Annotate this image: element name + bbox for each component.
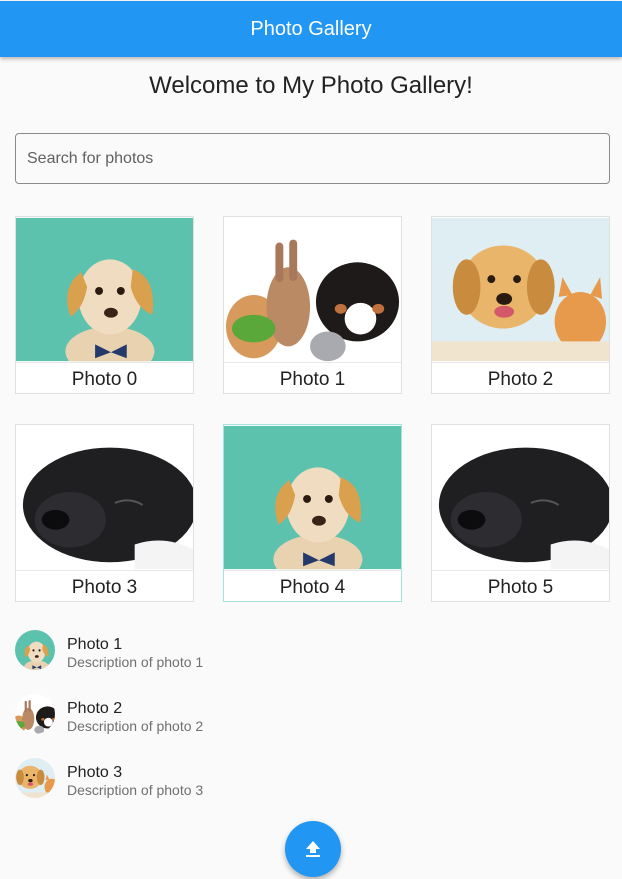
upload-button[interactable]: [285, 821, 341, 877]
photo-image: [224, 217, 401, 362]
photo-caption: Photo 3: [16, 570, 193, 601]
photo-card[interactable]: Photo 1: [223, 216, 402, 394]
photo-card[interactable]: Photo 5: [431, 424, 610, 602]
avatar: [15, 694, 55, 734]
app-title: Photo Gallery: [250, 17, 372, 40]
photo-image: [432, 217, 609, 362]
photo-card[interactable]: Photo 4: [223, 424, 402, 602]
photo-image: [224, 425, 401, 570]
list-item-subtitle: Description of photo 1: [67, 654, 204, 670]
app-bar: Photo Gallery: [0, 1, 622, 57]
photo-card[interactable]: Photo 3: [15, 424, 194, 602]
list-item[interactable]: Photo 3 Description of photo 3: [15, 758, 315, 800]
photo-card[interactable]: Photo 2: [431, 216, 610, 394]
upload-icon: [306, 841, 320, 857]
photo-caption: Photo 2: [432, 362, 609, 393]
list-item-title: Photo 2: [67, 700, 123, 717]
list-item[interactable]: Photo 2 Description of photo 2: [15, 694, 315, 736]
list-item-title: Photo 3: [67, 764, 123, 781]
photo-image: [432, 425, 609, 570]
list-item[interactable]: Photo 1 Description of photo 1: [15, 630, 315, 672]
photo-card[interactable]: Photo 0: [15, 216, 194, 394]
avatar: [15, 758, 55, 798]
avatar: [15, 630, 55, 670]
welcome-heading: Welcome to My Photo Gallery!: [149, 72, 473, 99]
list-item-subtitle: Description of photo 2: [67, 718, 204, 734]
photo-image: [16, 217, 193, 362]
search-input[interactable]: [15, 133, 610, 184]
photo-image: [16, 425, 193, 570]
list-item-subtitle: Description of photo 3: [67, 782, 204, 798]
photo-caption: Photo 4: [224, 570, 401, 601]
photo-caption: Photo 5: [432, 570, 609, 601]
photo-caption: Photo 1: [224, 362, 401, 393]
list-item-title: Photo 1: [67, 636, 123, 653]
photo-caption: Photo 0: [16, 362, 193, 393]
